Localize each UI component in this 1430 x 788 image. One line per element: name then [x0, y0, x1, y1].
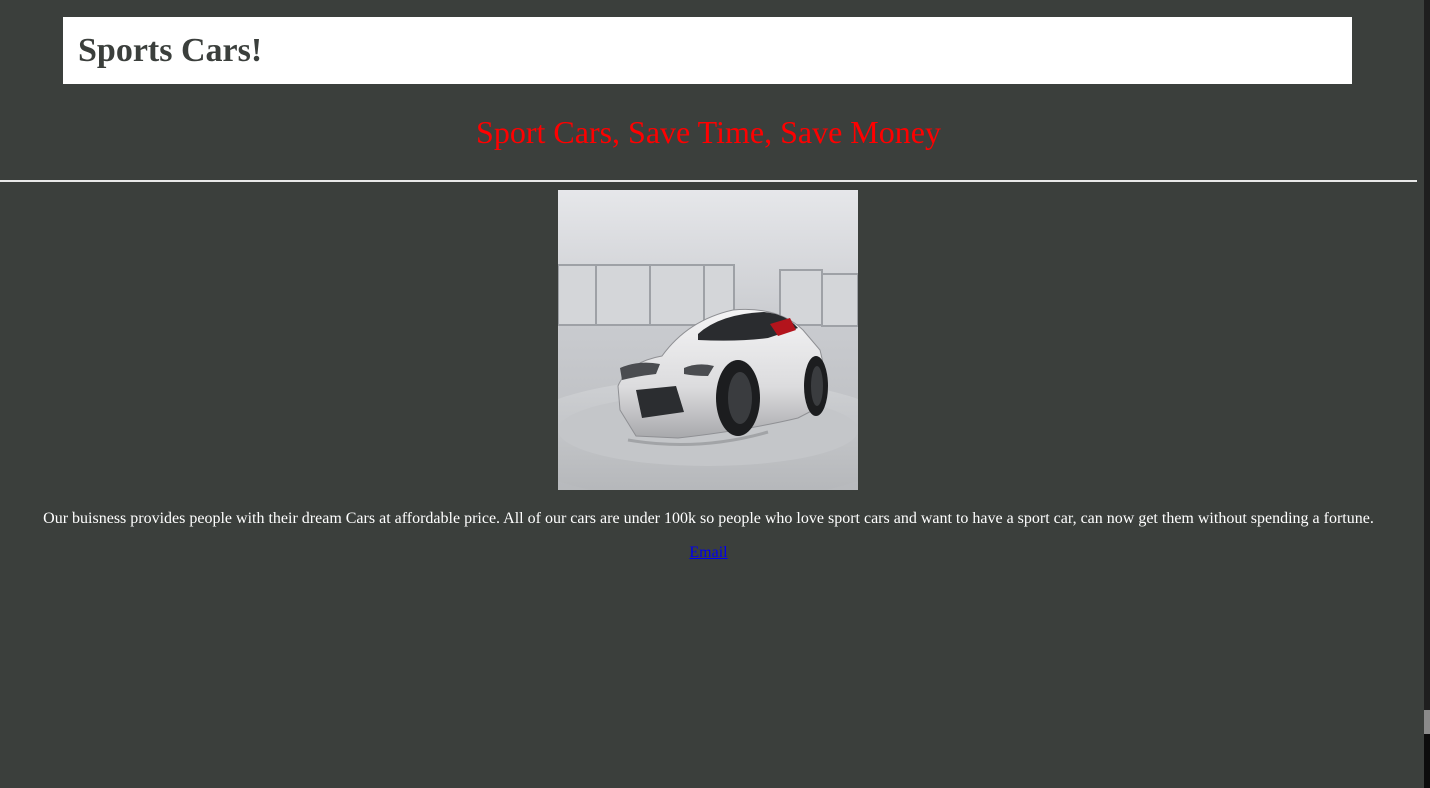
- page: Sports Cars! Sport Cars, Save Time, Save…: [0, 0, 1430, 788]
- business-description: Our buisness provides people with their …: [43, 510, 1374, 527]
- header-banner: Sports Cars!: [63, 17, 1352, 84]
- scrollbar-thumb[interactable]: [1424, 710, 1430, 734]
- scrollbar-track[interactable]: [1424, 0, 1430, 788]
- divider: [0, 180, 1417, 182]
- scrollbar-track-end: [1424, 734, 1430, 788]
- car-image: [558, 190, 858, 490]
- email-link-container: Email: [0, 543, 1417, 563]
- email-link[interactable]: Email: [689, 544, 727, 561]
- site-title: Sports Cars!: [78, 32, 263, 69]
- tagline: Sport Cars, Save Time, Save Money: [476, 114, 941, 150]
